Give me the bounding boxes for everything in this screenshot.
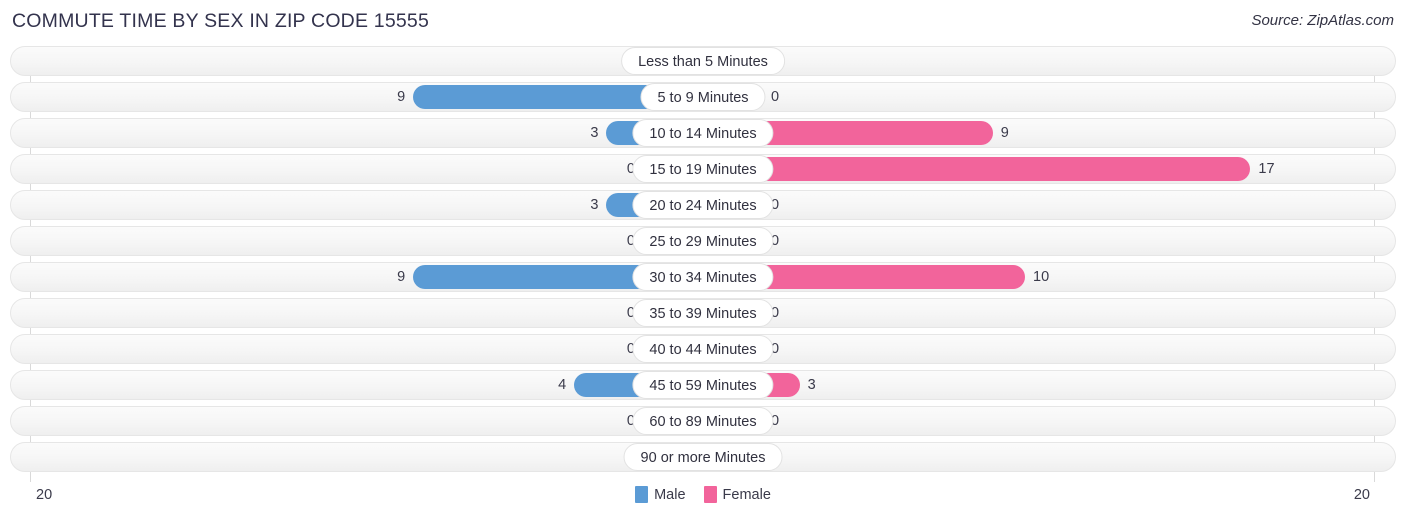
bar-value-female: 0 bbox=[771, 233, 780, 249]
bar-value-male: 9 bbox=[397, 269, 406, 285]
bar-row: 0 0 60 to 89 Minutes bbox=[0, 406, 1406, 436]
bar-value-male: 0 bbox=[626, 341, 635, 357]
legend-swatch-icon bbox=[635, 486, 649, 503]
bar-value-male: 3 bbox=[590, 197, 599, 213]
bar-value-female: 0 bbox=[771, 413, 780, 429]
category-label: 10 to 14 Minutes bbox=[632, 119, 774, 147]
bar-value-female: 0 bbox=[771, 341, 780, 357]
chart-plot-area: 00Less than 5 Minutes905 to 9 Minutes391… bbox=[0, 46, 1406, 482]
bar-value-female: 0 bbox=[771, 197, 780, 213]
category-label: 90 or more Minutes bbox=[623, 443, 783, 471]
bar-row: 0 0 25 to 29 Minutes bbox=[0, 226, 1406, 256]
bar-row: 9 0 5 to 9 Minutes bbox=[0, 82, 1406, 112]
category-label: 20 to 24 Minutes bbox=[632, 191, 774, 219]
chart-legend: Male Female bbox=[0, 486, 1406, 503]
bar-value-female: 10 bbox=[1033, 269, 1050, 285]
category-label: 40 to 44 Minutes bbox=[632, 335, 774, 363]
bar-row: 9 10 30 to 34 Minutes bbox=[0, 262, 1406, 292]
bar-row: 0 17 15 to 19 Minutes bbox=[0, 154, 1406, 184]
bar-value-male: 9 bbox=[397, 89, 406, 105]
bar-value-male: 0 bbox=[626, 233, 635, 249]
bar-value-female: 17 bbox=[1258, 161, 1275, 177]
bar-value-female: 9 bbox=[1000, 125, 1009, 141]
legend-swatch-icon bbox=[703, 486, 717, 503]
bar-female bbox=[703, 157, 1251, 181]
bar-row: 0 0 40 to 44 Minutes bbox=[0, 334, 1406, 364]
bar-rows: 00Less than 5 Minutes905 to 9 Minutes391… bbox=[0, 46, 1406, 478]
category-label: 35 to 39 Minutes bbox=[632, 299, 774, 327]
page-title: COMMUTE TIME BY SEX IN ZIP CODE 15555 bbox=[12, 10, 430, 32]
category-label: 15 to 19 Minutes bbox=[632, 155, 774, 183]
legend-item[interactable]: Female bbox=[703, 486, 771, 503]
source-attribution: Source: ZipAtlas.com bbox=[1251, 12, 1394, 29]
category-label: 30 to 34 Minutes bbox=[632, 263, 774, 291]
category-label: 5 to 9 Minutes bbox=[640, 83, 766, 111]
chart-header: COMMUTE TIME BY SEX IN ZIP CODE 15555 So… bbox=[0, 0, 1406, 44]
legend-label: Female bbox=[722, 486, 771, 503]
legend-item[interactable]: Male bbox=[635, 486, 686, 503]
bar-row: 4 3 45 to 59 Minutes bbox=[0, 370, 1406, 400]
bar-value-male: 3 bbox=[590, 125, 599, 141]
category-label: 25 to 29 Minutes bbox=[632, 227, 774, 255]
bar-value-male: 0 bbox=[626, 413, 635, 429]
category-label: 45 to 59 Minutes bbox=[632, 371, 774, 399]
bar-row: 00Less than 5 Minutes bbox=[0, 46, 1406, 76]
chart-footer: 20 20 Male Female bbox=[0, 482, 1406, 522]
bar-value-male: 0 bbox=[626, 305, 635, 321]
bar-row: 0 0 35 to 39 Minutes bbox=[0, 298, 1406, 328]
bar-row: 3 9 10 to 14 Minutes bbox=[0, 118, 1406, 148]
bar-value-male: 4 bbox=[558, 377, 567, 393]
bar-value-male: 0 bbox=[626, 161, 635, 177]
bar-value-female: 0 bbox=[771, 305, 780, 321]
category-label: 60 to 89 Minutes bbox=[632, 407, 774, 435]
bar-row: 3 0 20 to 24 Minutes bbox=[0, 190, 1406, 220]
category-label: Less than 5 Minutes bbox=[621, 47, 785, 75]
bar-value-female: 3 bbox=[807, 377, 816, 393]
bar-row: 0090 or more Minutes bbox=[0, 442, 1406, 472]
bar-value-female: 0 bbox=[771, 89, 780, 105]
legend-label: Male bbox=[654, 486, 686, 503]
